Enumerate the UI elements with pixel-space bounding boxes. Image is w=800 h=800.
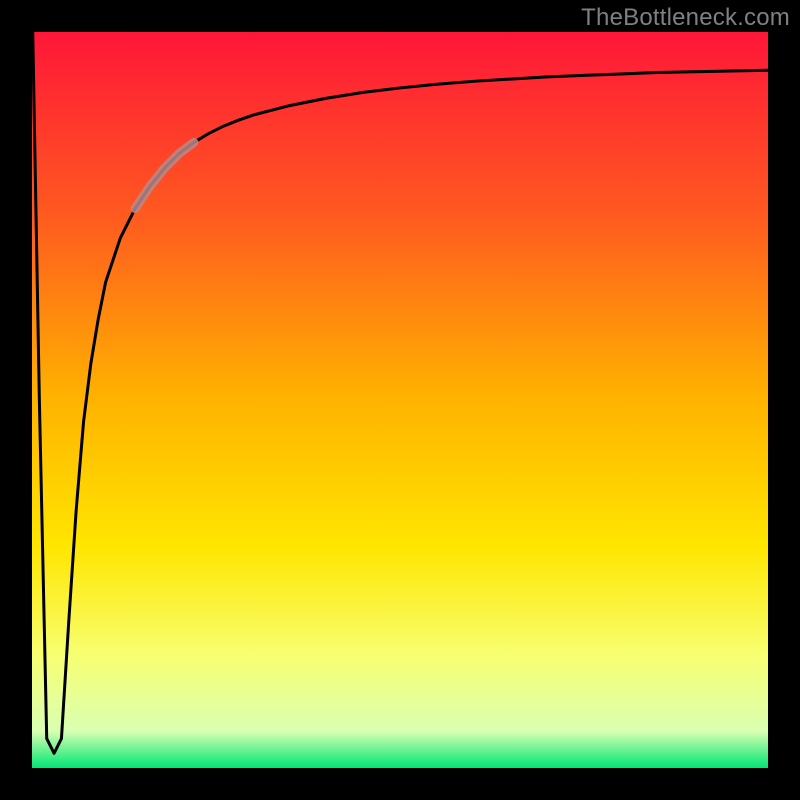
bottleneck-chart [32, 32, 768, 768]
watermark-label: TheBottleneck.com [581, 4, 790, 32]
plot-background [32, 32, 768, 768]
chart-container: TheBottleneck.com [0, 0, 800, 800]
